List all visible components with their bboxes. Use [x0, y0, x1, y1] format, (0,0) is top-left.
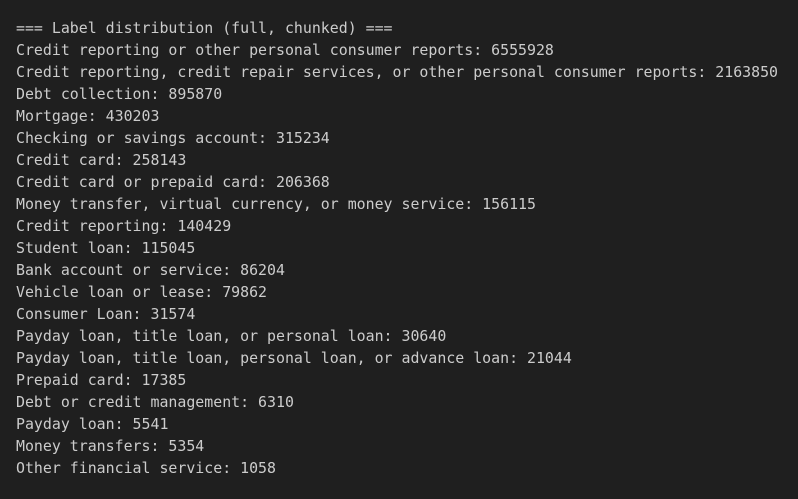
terminal-output: === Label distribution (full, chunked) =… — [0, 0, 798, 499]
output-line: Checking or savings account: 315234 — [16, 129, 330, 147]
output-line: Debt or credit management: 6310 — [16, 393, 294, 411]
output-line: Money transfers: 5354 — [16, 437, 205, 455]
output-line: Payday loan: 5541 — [16, 415, 169, 433]
output-line: Prepaid card: 17385 — [16, 371, 187, 389]
output-line: Credit card: 258143 — [16, 151, 187, 169]
output-line: Consumer Loan: 31574 — [16, 305, 196, 323]
output-line: Payday loan, title loan, or personal loa… — [16, 327, 447, 345]
output-line: Payday loan, title loan, personal loan, … — [16, 349, 572, 367]
output-line: Credit reporting, credit repair services… — [16, 63, 779, 81]
output-line: Debt collection: 895870 — [16, 85, 223, 103]
output-line: Other financial service: 1058 — [16, 459, 276, 477]
output-header: === Label distribution (full, chunked) =… — [16, 19, 393, 37]
output-line: Money transfer, virtual currency, or mon… — [16, 195, 536, 213]
output-line: Student loan: 115045 — [16, 239, 196, 257]
output-line: Credit reporting or other personal consu… — [16, 41, 554, 59]
output-line: Credit reporting: 140429 — [16, 217, 232, 235]
output-line: Vehicle loan or lease: 79862 — [16, 283, 268, 301]
output-line: Bank account or service: 86204 — [16, 261, 285, 279]
output-line: Mortgage: 430203 — [16, 107, 160, 125]
output-line: Credit card or prepaid card: 206368 — [16, 173, 330, 191]
